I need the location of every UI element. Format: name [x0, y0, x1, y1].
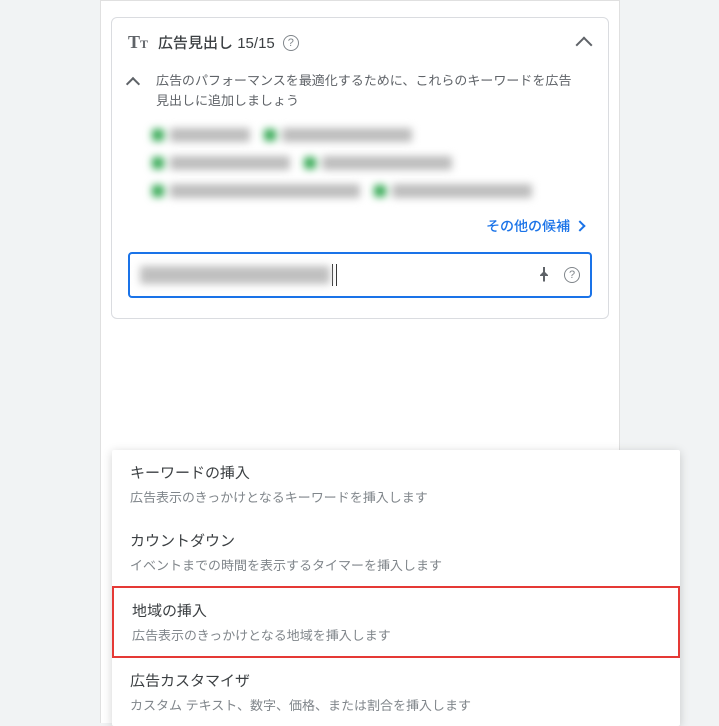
card-header[interactable]: TT 広告見出し 15/15 ? — [112, 18, 608, 67]
headline-input[interactable]: ? — [128, 252, 592, 298]
text-format-icon: TT — [128, 32, 148, 53]
card-title-count: 15/15 — [237, 35, 275, 52]
suggestion-text: 広告のパフォーマンスを最適化するために、これらのキーワードを広告見出しに追加しま… — [156, 71, 584, 110]
headline-input-row: ? — [112, 252, 608, 318]
pin-icon[interactable] — [538, 266, 550, 285]
dropdown-item-title: カウントダウン — [130, 530, 662, 551]
dropdown-item-desc: カスタム テキスト、数字、価格、または割合を挿入します — [130, 695, 662, 714]
keyword-chip[interactable] — [264, 128, 412, 142]
dropdown-item-desc: イベントまでの時間を表示するタイマーを挿入します — [130, 555, 662, 574]
chevron-right-icon — [574, 220, 585, 231]
keyword-chip[interactable] — [152, 128, 250, 142]
dropdown-item-desc: 広告表示のきっかけとなる地域を挿入します — [132, 625, 660, 644]
headline-card: TT 広告見出し 15/15 ? 広告のパフォーマンスを最適化するために、これら… — [111, 17, 609, 319]
keyword-chip[interactable] — [152, 156, 290, 170]
dropdown-item-countdown[interactable]: カウントダウン イベントまでの時間を表示するタイマーを挿入します — [112, 518, 680, 586]
dropdown-item-keyword-insertion[interactable]: キーワードの挿入 広告表示のきっかけとなるキーワードを挿入します — [112, 450, 680, 518]
suggestion-header[interactable]: 広告のパフォーマンスを最適化するために、これらのキーワードを広告見出しに追加しま… — [112, 67, 608, 120]
dropdown-item-title: 広告カスタマイザ — [130, 670, 662, 691]
card-title: 広告見出し 15/15 — [158, 32, 275, 53]
keyword-chip[interactable] — [374, 184, 532, 198]
help-icon[interactable]: ? — [283, 35, 299, 51]
dropdown-item-desc: 広告表示のきっかけとなるキーワードを挿入します — [130, 487, 662, 506]
keyword-chip[interactable] — [304, 156, 452, 170]
card-title-text: 広告見出し — [158, 35, 233, 52]
dropdown-item-title: 地域の挿入 — [132, 600, 660, 621]
chevron-up-icon[interactable] — [576, 35, 592, 51]
text-cursor — [332, 264, 337, 286]
insert-dropdown: キーワードの挿入 広告表示のきっかけとなるキーワードを挿入します カウントダウン… — [112, 450, 680, 726]
keyword-suggestions — [112, 120, 608, 216]
more-link-label: その他の候補 — [486, 216, 570, 236]
dropdown-item-location-insertion[interactable]: 地域の挿入 広告表示のきっかけとなる地域を挿入します — [112, 586, 680, 658]
dropdown-item-ad-customizer[interactable]: 広告カスタマイザ カスタム テキスト、数字、価格、または割合を挿入します — [112, 658, 680, 726]
chevron-up-icon[interactable] — [128, 75, 144, 91]
dropdown-item-title: キーワードの挿入 — [130, 462, 662, 483]
more-suggestions-link[interactable]: その他の候補 — [112, 216, 608, 252]
keyword-chip[interactable] — [152, 184, 360, 198]
headline-input-value — [140, 266, 330, 284]
help-icon[interactable]: ? — [564, 267, 580, 283]
